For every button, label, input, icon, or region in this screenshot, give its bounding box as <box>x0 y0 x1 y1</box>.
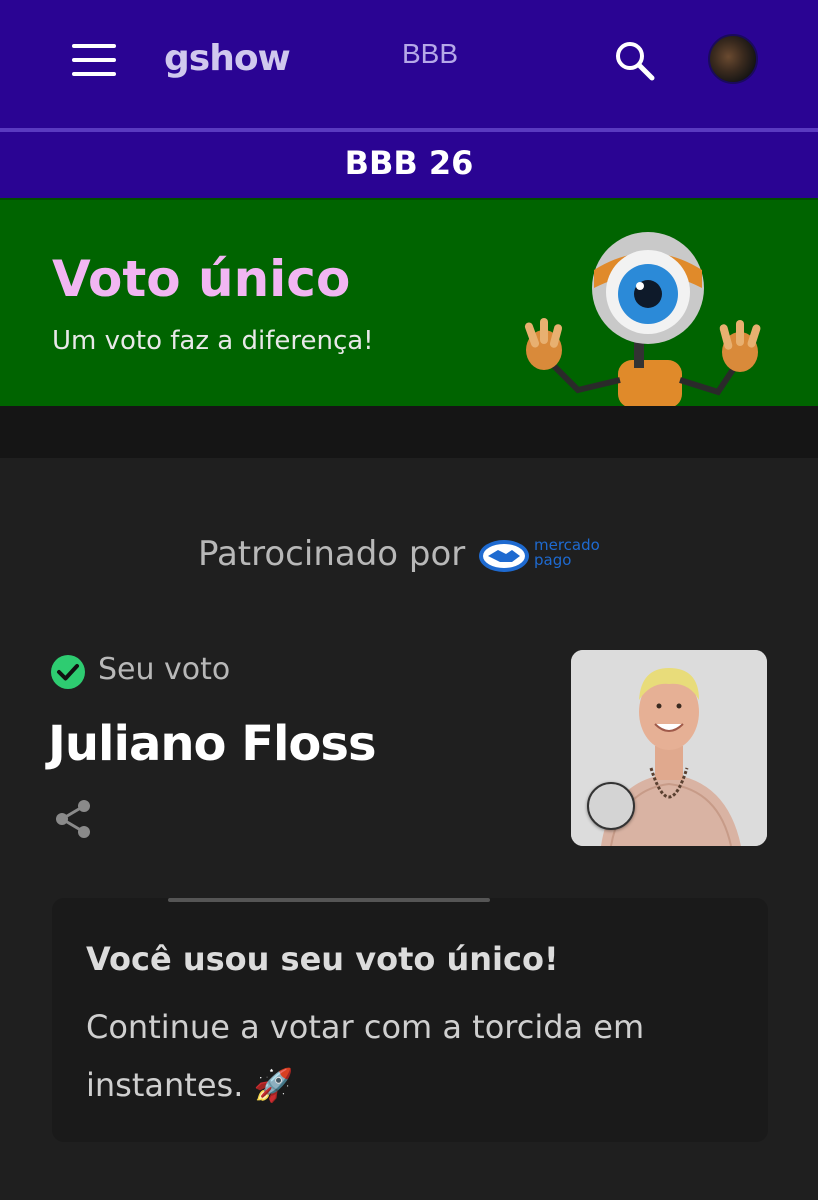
voting-banner: Voto único Um voto faz a diferença! <box>0 198 818 408</box>
photo-select-toggle[interactable] <box>587 782 635 830</box>
search-icon[interactable] <box>612 38 656 82</box>
candidate-name: Juliano Floss <box>48 716 377 772</box>
banner-title: Voto único <box>52 250 351 308</box>
banner-subtitle: Um voto faz a diferença! <box>52 326 374 356</box>
candidate-photo <box>571 650 767 846</box>
vote-confirmation-card: Você usou seu voto único! Continue a vot… <box>52 898 768 1142</box>
mercado-pago-text: mercado pago <box>534 536 600 569</box>
mercado-pago-logo: mercado pago <box>478 534 618 578</box>
section-title: BBB 26 <box>344 144 474 182</box>
vote-status-label: Seu voto <box>98 652 231 687</box>
top-app-bar: gshow BBB <box>0 0 818 128</box>
card-body: Continue a votar com a torcida em instan… <box>86 1008 645 1104</box>
share-icon[interactable] <box>52 798 94 840</box>
card-drag-handle[interactable] <box>168 898 490 902</box>
nav-title[interactable]: BBB <box>380 38 480 70</box>
gshow-logo[interactable]: gshow <box>164 38 291 79</box>
section-bar: BBB 26 <box>0 128 818 198</box>
sponsor-label: Patrocinado por <box>198 534 466 574</box>
user-avatar[interactable] <box>708 34 758 84</box>
mercado-pago-handshake-icon <box>479 540 529 572</box>
menu-icon[interactable] <box>72 44 116 76</box>
divider-strip <box>0 406 818 458</box>
big-brother-eye-icon <box>524 232 761 408</box>
card-title: Você usou seu voto único! <box>86 940 559 978</box>
sponsor-row: Patrocinado por mercado pago <box>0 530 818 580</box>
check-circle-icon <box>51 655 85 689</box>
